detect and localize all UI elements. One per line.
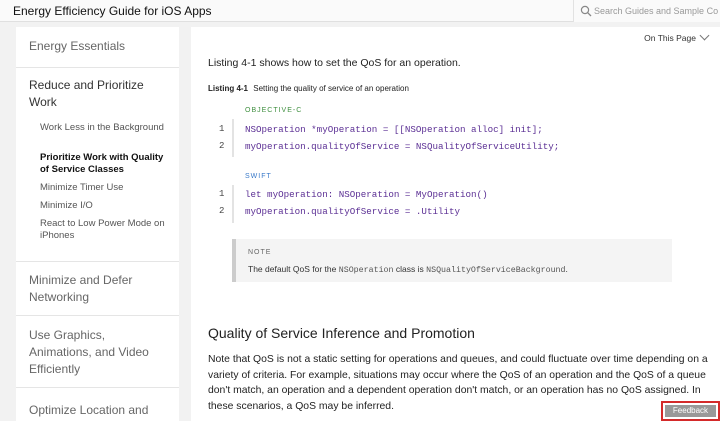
section-heading: Quality of Service Inference and Promoti…	[208, 325, 475, 341]
search-icon	[580, 5, 592, 17]
note-box: NOTE The default QoS for the NSOperation…	[232, 239, 672, 282]
note-text-part: class is	[393, 264, 427, 274]
code-line: let myOperation: NSOperation = MyOperati…	[245, 189, 488, 200]
feedback-label: Feedback	[665, 405, 716, 417]
code-gutter	[232, 119, 234, 157]
sidebar-item-work-less[interactable]: Work Less in the Background	[40, 122, 170, 134]
sidebar-item-prioritize-qos[interactable]: Prioritize Work with Quality of Service …	[40, 152, 170, 176]
section-paragraph: Note that QoS is not a static setting fo…	[208, 354, 708, 412]
sidebar-section-graphics[interactable]: Use Graphics, Animations, and Video Effi…	[16, 316, 179, 388]
chevron-down-icon	[699, 30, 710, 41]
note-text-part: The default QoS for the	[248, 264, 339, 274]
objc-label: OBJECTIVE-C	[245, 107, 303, 114]
note-text-part: .	[565, 264, 568, 274]
note-label: NOTE	[248, 249, 272, 256]
intro-paragraph: Listing 4-1 shows how to set the QoS for…	[208, 57, 461, 69]
note-text: The default QoS for the NSOperation clas…	[248, 264, 568, 275]
listing-title: Setting the quality of service of an ope…	[253, 84, 409, 93]
note-value-code: NSQualityOfServiceBackground	[426, 266, 566, 275]
line-number: 1	[219, 189, 225, 199]
code-line: myOperation.qualityOfService = .Utility	[245, 206, 461, 217]
sidebar-heading[interactable]: Minimize and Defer Networking	[29, 272, 169, 306]
search-input[interactable]	[594, 3, 718, 19]
feedback-button[interactable]: Feedback	[661, 401, 720, 421]
sidebar-heading[interactable]: Reduce and Prioritize Work	[29, 77, 169, 111]
search-box[interactable]	[573, 0, 720, 22]
line-number: 1	[219, 124, 225, 134]
swift-label: SWIFT	[245, 173, 272, 180]
sidebar-section-energy-essentials[interactable]: Energy Essentials	[16, 27, 179, 68]
on-this-page-menu[interactable]: On This Page	[644, 30, 710, 43]
on-this-page-label: On This Page	[644, 33, 696, 43]
guide-title[interactable]: Energy Efficiency Guide for iOS Apps	[13, 4, 212, 18]
note-class-code: NSOperation	[338, 266, 394, 275]
sidebar-section-location[interactable]: Optimize Location and	[16, 388, 179, 421]
listing-number: Listing 4-1	[208, 84, 249, 93]
code-line: myOperation.qualityOfService = NSQuality…	[245, 141, 560, 152]
sidebar-section-reduce-prioritize: Reduce and Prioritize Work Work Less in …	[16, 68, 179, 262]
top-bar: Energy Efficiency Guide for iOS Apps	[0, 0, 720, 22]
sidebar-heading[interactable]: Optimize Location and	[29, 402, 169, 419]
main-content: On This Page Listing 4-1 shows how to se…	[191, 27, 720, 421]
sidebar-item-minimize-io[interactable]: Minimize I/O	[40, 200, 170, 212]
line-number: 2	[219, 206, 225, 216]
listing-caption: Listing 4-1 Setting the quality of servi…	[208, 84, 409, 93]
sidebar-heading[interactable]: Energy Essentials	[29, 38, 169, 55]
sidebar-section-networking[interactable]: Minimize and Defer Networking	[16, 262, 179, 316]
sidebar-item-minimize-timer[interactable]: Minimize Timer Use	[40, 182, 170, 194]
code-line: NSOperation *myOperation = [[NSOperation…	[245, 124, 543, 135]
line-number: 2	[219, 141, 225, 151]
sidebar-nav: Energy Essentials Reduce and Prioritize …	[16, 27, 179, 421]
sidebar-item-low-power[interactable]: React to Low Power Mode on iPhones	[40, 218, 170, 242]
code-gutter	[232, 185, 234, 223]
sidebar-heading[interactable]: Use Graphics, Animations, and Video Effi…	[29, 327, 169, 378]
